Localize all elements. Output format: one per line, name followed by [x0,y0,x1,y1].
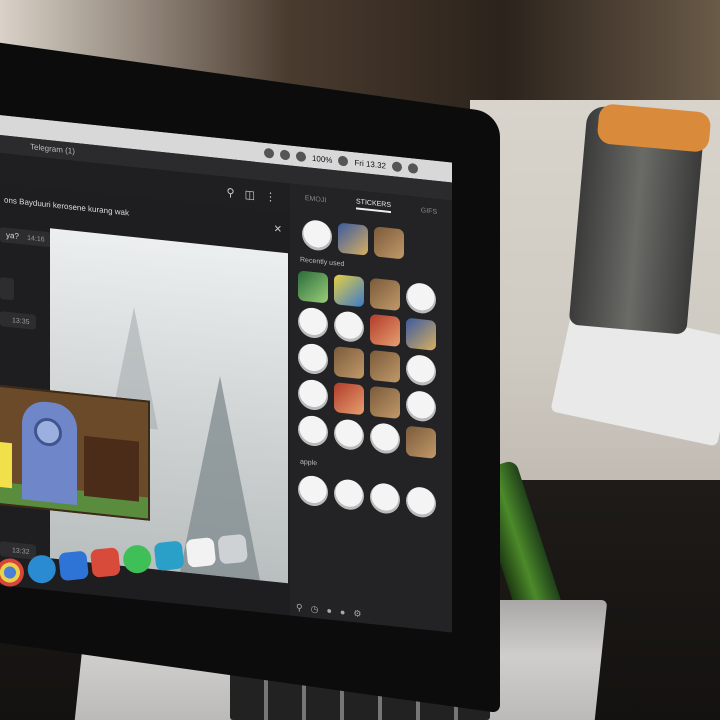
sticker[interactable] [370,349,400,384]
sticker[interactable] [334,478,364,512]
sticker[interactable] [406,425,436,459]
message-bubble[interactable] [0,277,14,301]
sticker[interactable] [370,421,400,456]
message-time: 13:35 [12,317,30,327]
more-icon[interactable]: ⋮ [265,189,276,203]
sticker-set-icon[interactable]: ● [340,607,345,618]
message-time: 13:32 [12,547,30,557]
close-icon[interactable]: ✕ [274,224,282,236]
document-icon[interactable] [185,537,217,568]
menu-clock[interactable]: Fri 13.32 [354,158,386,170]
sticker[interactable] [370,481,400,516]
sticker[interactable] [298,474,328,508]
sticker[interactable] [298,378,328,412]
sticker-set-icon[interactable]: ● [326,605,331,616]
dropbox-icon[interactable] [263,147,274,159]
sticker[interactable] [298,342,328,376]
tab-gifs[interactable]: GIFS [421,207,437,216]
sticker[interactable] [334,382,364,416]
message-bubble[interactable]: 13:35 [0,311,36,330]
trash-icon[interactable] [217,533,249,565]
section-recent: Recently used [300,256,345,269]
whatsapp-icon[interactable] [121,543,153,575]
sticker[interactable] [334,274,364,308]
sticker[interactable] [302,218,332,252]
gif-shelf [84,435,139,502]
sticker[interactable] [406,485,436,519]
reply-text: ons Bayduuri kerosene kurang wak [4,195,129,218]
folder-icon[interactable] [90,547,121,578]
sync-icon[interactable] [279,149,290,161]
sticker[interactable] [298,414,328,448]
settings-icon[interactable]: ⚙ [353,608,361,620]
search-icon[interactable]: ⚲ [227,185,235,199]
message-time: 14:16 [27,234,45,244]
sticker-panel: EMOJI STICKERS GIFS Recently used apple … [290,183,452,633]
sticker[interactable] [406,353,436,387]
battery-level[interactable]: 100% [312,153,332,164]
battery-icon[interactable] [338,155,349,167]
message-text: ya? [6,230,19,241]
sticker[interactable] [374,226,404,260]
tab-emoji[interactable]: EMOJI [305,195,326,204]
sticker[interactable] [334,418,364,452]
recent-icon[interactable]: ◷ [311,603,319,615]
sticker[interactable] [298,270,328,304]
sticker[interactable] [406,317,436,351]
tab-stickers[interactable]: STICKERS [356,197,392,213]
sticker[interactable] [406,281,436,315]
sticker[interactable] [338,222,368,256]
sticker[interactable] [370,313,400,348]
user-icon[interactable] [392,161,402,173]
cartoon-gif[interactable] [0,383,150,521]
sticker[interactable] [370,385,400,420]
telegram-icon[interactable] [26,553,58,585]
message-bubble[interactable]: ya? 14:16 [0,227,51,248]
files-icon[interactable] [153,540,185,572]
sticker[interactable] [334,346,364,380]
search-icon[interactable]: ⚲ [296,602,303,614]
section-apple: apple [300,458,318,468]
sticker[interactable] [370,277,400,312]
app-store-icon[interactable] [58,550,89,582]
gif-character [0,441,12,489]
gif-door [22,399,77,506]
sticker[interactable] [406,389,436,423]
sticker[interactable] [334,310,364,344]
wifi-icon[interactable] [295,151,306,163]
columns-icon[interactable]: ◫ [245,187,255,201]
notifications-icon[interactable] [408,162,418,174]
sticker[interactable] [298,306,328,340]
chrome-icon[interactable] [0,557,26,588]
